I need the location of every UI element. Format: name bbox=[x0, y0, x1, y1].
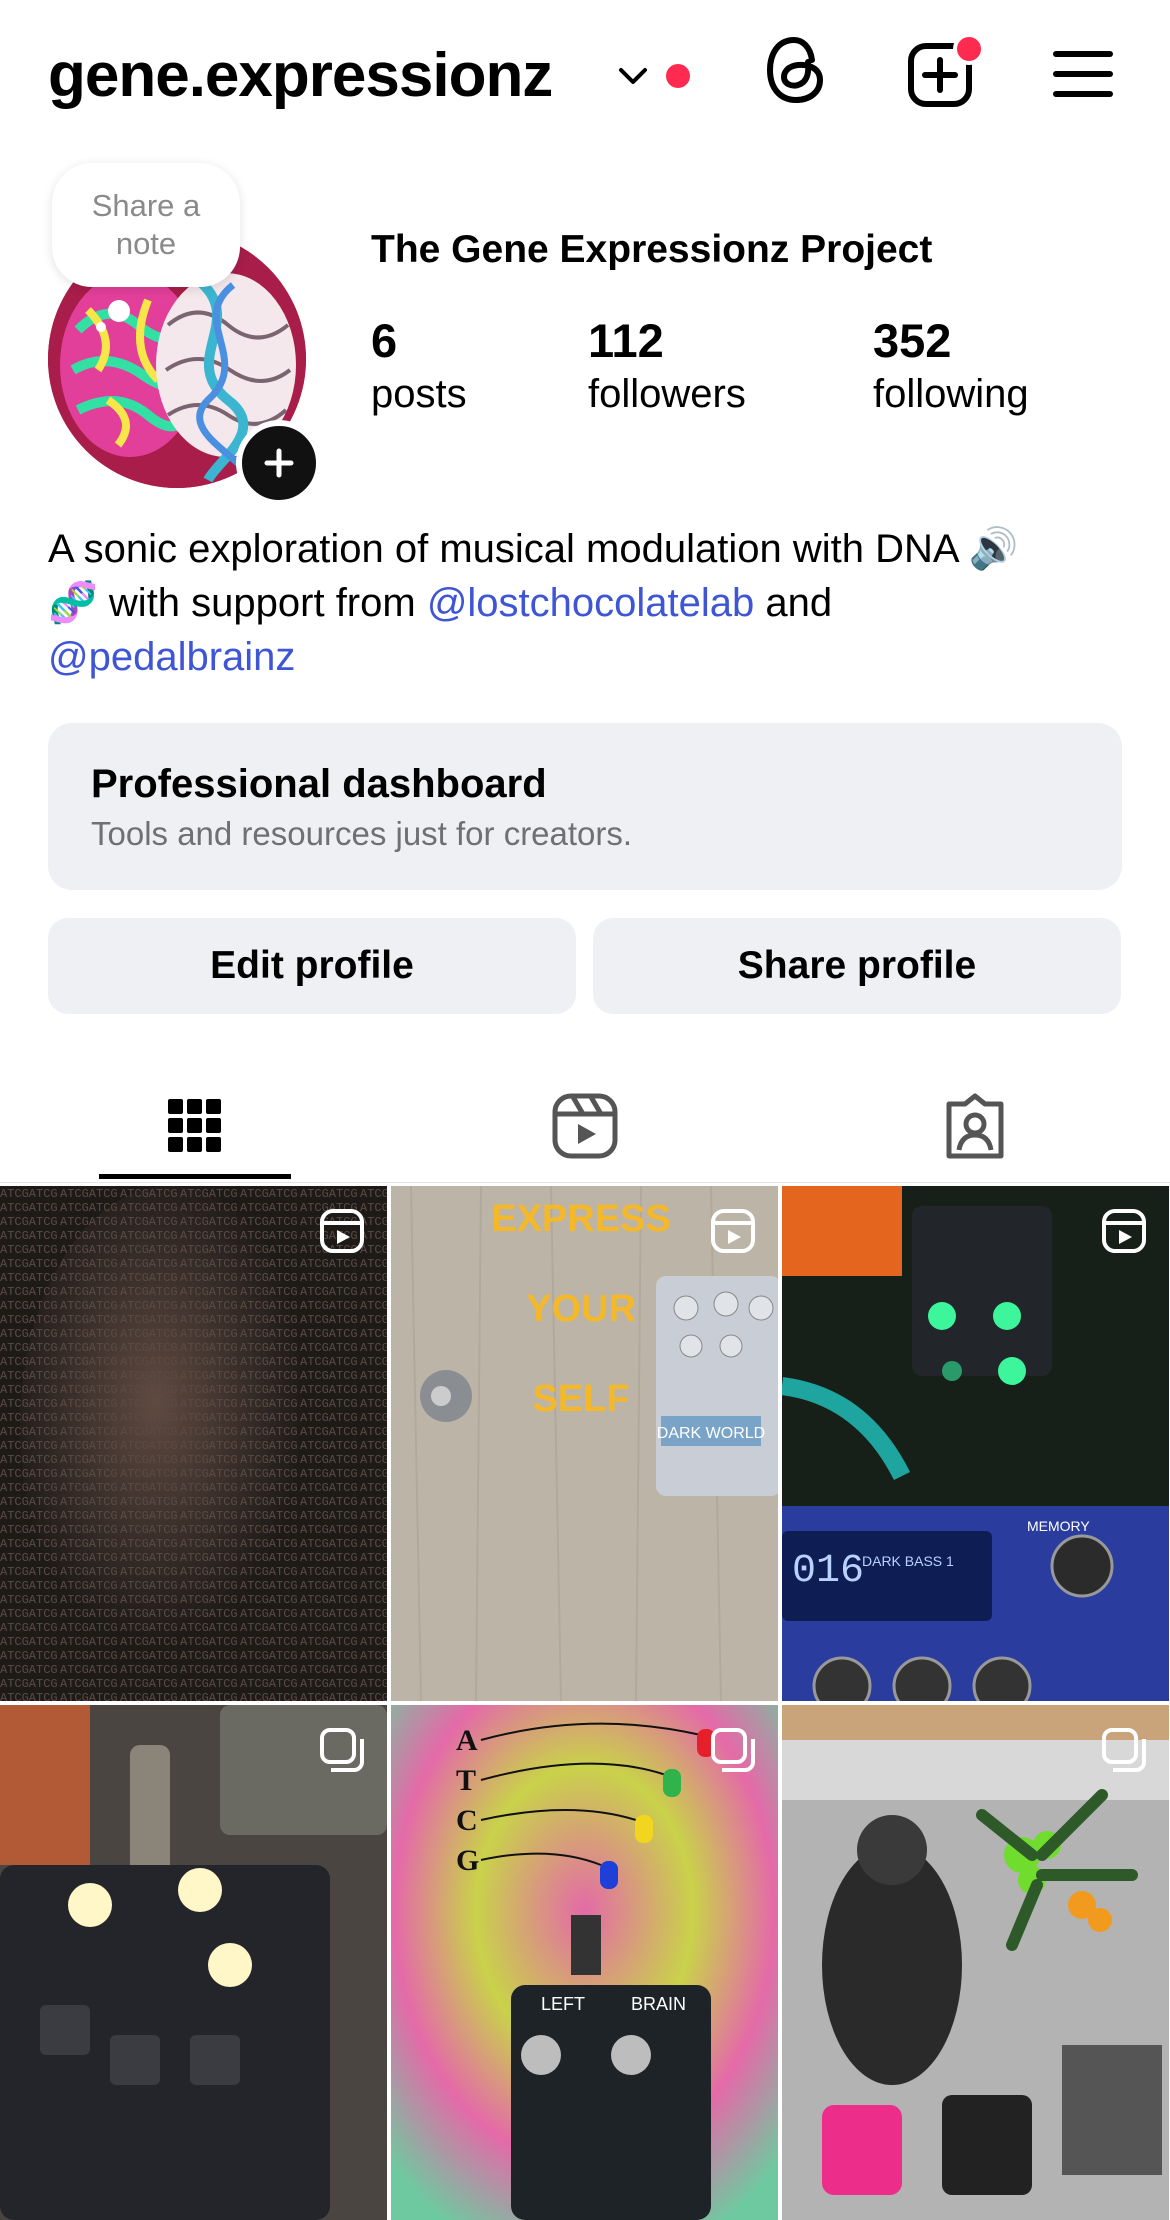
synth-memory-label: MEMORY bbox=[1027, 1518, 1090, 1534]
reel-overlay-word: EXPRESS bbox=[491, 1198, 671, 1240]
reel-badge-icon bbox=[1102, 1209, 1146, 1253]
followers-label[interactable]: followers bbox=[588, 372, 746, 417]
note-bubble-tail bbox=[108, 300, 130, 322]
post-tile[interactable]: ATCGATCG bbox=[0, 1186, 387, 1701]
dna-letter: C bbox=[456, 1804, 478, 1837]
followers-count[interactable]: 112 bbox=[588, 313, 664, 368]
username-switcher[interactable]: gene.expressionz bbox=[48, 40, 553, 112]
plus-icon bbox=[264, 448, 294, 478]
reel-badge-icon bbox=[320, 1209, 364, 1253]
edit-profile-button[interactable]: Edit profile bbox=[48, 918, 576, 1014]
mention-link-lostchocolatelab[interactable]: @lostchocolatelab bbox=[427, 581, 754, 625]
active-tab-indicator bbox=[99, 1174, 291, 1179]
following-label[interactable]: following bbox=[873, 372, 1029, 417]
profile-bio: A sonic exploration of musical modulatio… bbox=[48, 522, 1128, 684]
share-profile-button[interactable]: Share profile bbox=[593, 918, 1121, 1014]
grid-icon bbox=[168, 1099, 221, 1152]
threads-icon[interactable] bbox=[762, 32, 830, 108]
pedal-label: DARK WORLD bbox=[657, 1425, 765, 1442]
carousel-badge-icon bbox=[320, 1728, 364, 1772]
reel-overlay-word: YOUR bbox=[526, 1288, 636, 1330]
device-label: LEFT bbox=[541, 1994, 585, 2014]
profile-full-name: The Gene Expressionz Project bbox=[371, 228, 933, 271]
following-count[interactable]: 352 bbox=[873, 313, 951, 368]
professional-dashboard-subtitle: Tools and resources just for creators. bbox=[91, 815, 633, 852]
posts-label[interactable]: posts bbox=[371, 372, 467, 417]
post-tile[interactable] bbox=[782, 1705, 1169, 2220]
post-tile[interactable]: EXPRESS YOUR SELF DARK WORLD bbox=[391, 1186, 778, 1701]
create-notification-dot bbox=[953, 33, 985, 65]
tab-grid[interactable] bbox=[99, 1076, 291, 1176]
bio-text: and bbox=[754, 581, 833, 625]
note-bubble-tail-small bbox=[96, 322, 106, 332]
mention-link-pedalbrainz[interactable]: @pedalbrainz bbox=[48, 635, 295, 679]
reel-badge-icon bbox=[711, 1209, 755, 1253]
dna-letter: G bbox=[456, 1844, 479, 1877]
tab-tagged[interactable] bbox=[879, 1076, 1071, 1176]
carousel-badge-icon bbox=[1102, 1728, 1146, 1772]
carousel-badge-icon bbox=[711, 1728, 755, 1772]
notification-dot bbox=[666, 64, 690, 88]
bio-text: A sonic exploration of musical modulatio… bbox=[48, 527, 1019, 571]
dna-letter: A bbox=[456, 1724, 478, 1757]
tagged-icon bbox=[946, 1093, 1004, 1159]
bio-text: 🧬 with support from bbox=[48, 581, 427, 625]
tab-reels[interactable] bbox=[489, 1076, 681, 1176]
synth-display-preset: DARK BASS 1 bbox=[862, 1553, 954, 1569]
professional-dashboard-title: Professional dashboard bbox=[91, 762, 547, 806]
add-story-button[interactable] bbox=[236, 420, 322, 506]
dna-letter: T bbox=[456, 1764, 476, 1797]
share-note-prompt: Share a note bbox=[91, 188, 201, 261]
post-tile[interactable]: AT CG LEFT BRAIN bbox=[391, 1705, 778, 2220]
device-label: BRAIN bbox=[631, 1994, 686, 2014]
reels-icon bbox=[552, 1093, 618, 1159]
tab-divider bbox=[0, 1182, 1170, 1183]
synth-display-number: 016 bbox=[792, 1549, 864, 1594]
post-tile[interactable]: 016 DARK BASS 1 MEMORY bbox=[782, 1186, 1169, 1701]
posts-count[interactable]: 6 bbox=[371, 313, 397, 368]
reel-overlay-word: SELF bbox=[532, 1378, 629, 1420]
post-tile[interactable] bbox=[0, 1705, 387, 2220]
share-note-bubble[interactable]: Share a note bbox=[52, 163, 240, 287]
menu-icon[interactable] bbox=[1052, 48, 1114, 100]
chevron-down-icon[interactable] bbox=[615, 58, 651, 94]
